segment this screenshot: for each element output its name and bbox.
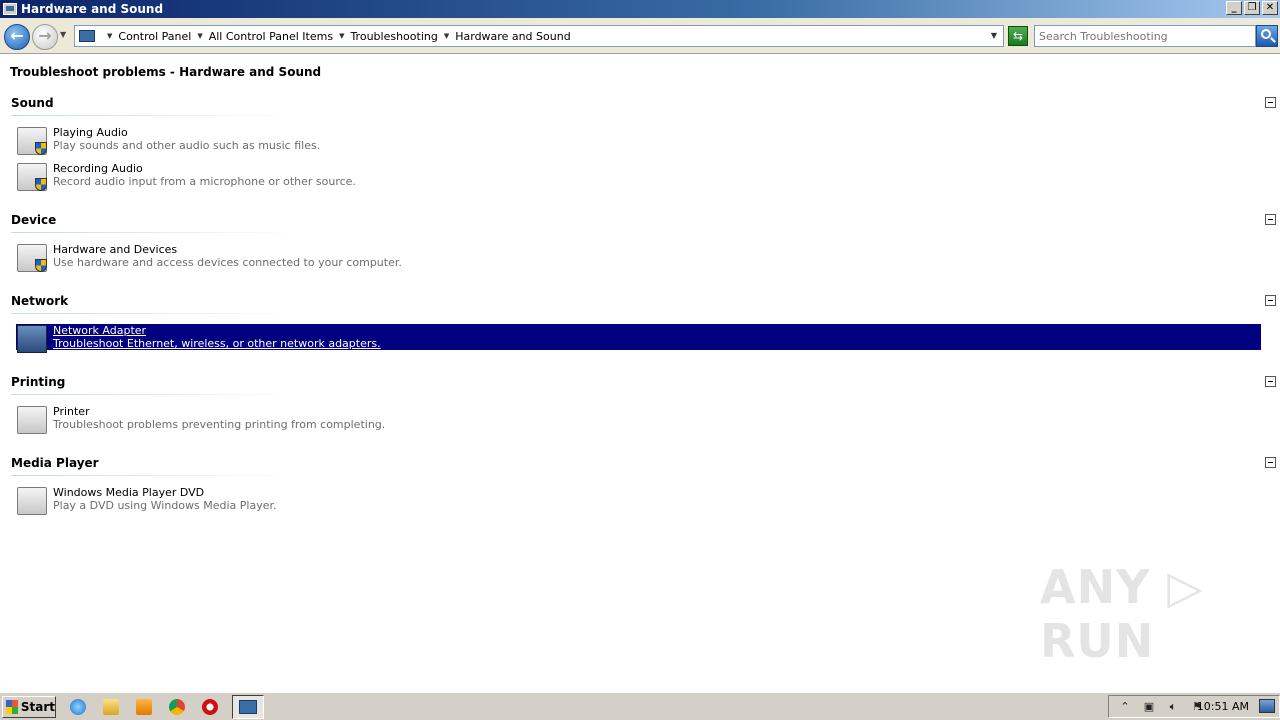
collapse-button[interactable] (1265, 457, 1276, 468)
item-description: Troubleshoot problems preventing printin… (53, 418, 386, 431)
troubleshooter-media-player-dvd[interactable]: Windows Media Player DVD Play a DVD usin… (16, 486, 1261, 515)
control-panel-icon (79, 30, 95, 42)
refresh-button[interactable]: ⇆ (1008, 26, 1028, 46)
start-button[interactable]: Start (2, 695, 56, 718)
chevron-right-icon[interactable]: ▼ (444, 32, 449, 40)
group-header: Printing (11, 375, 66, 389)
back-button[interactable]: ← (4, 24, 30, 50)
chevron-right-icon[interactable]: ▼ (197, 32, 202, 40)
window-title: Hardware and Sound (21, 2, 164, 16)
clock[interactable]: 10:51 AM (1197, 700, 1249, 713)
group-header: Sound (11, 96, 54, 110)
troubleshooter-playing-audio[interactable]: Playing Audio Play sounds and other audi… (16, 126, 1261, 155)
system-tray: ⌃ ▣ 🔈︎ ⚑ 10:51 AM (1108, 695, 1280, 718)
title-bar[interactable]: Hardware and Sound _ ❐ ✕ (0, 0, 1280, 18)
breadcrumb-hardware-and-sound[interactable]: Hardware and Sound (455, 30, 570, 43)
item-name[interactable]: Hardware and Devices (53, 243, 177, 256)
group-header: Media Player (11, 456, 99, 470)
troubleshooter-hardware-and-devices[interactable]: Hardware and Devices Use hardware and ac… (16, 243, 1261, 272)
item-name[interactable]: Windows Media Player DVD (53, 486, 204, 499)
network-adapter-icon (17, 325, 47, 353)
page-title: Troubleshoot problems - Hardware and Sou… (10, 65, 322, 79)
internet-explorer-icon[interactable] (67, 696, 89, 718)
item-description: Record audio input from a microphone or … (53, 175, 356, 188)
recent-pages-dropdown-icon[interactable]: ▼ (60, 30, 66, 39)
microphone-icon (17, 163, 47, 191)
collapse-button[interactable] (1265, 295, 1276, 306)
opera-icon[interactable] (199, 696, 221, 718)
troubleshooter-recording-audio[interactable]: Recording Audio Record audio input from … (16, 162, 1261, 191)
group-header: Device (11, 213, 57, 227)
window-controls: _ ❐ ✕ (1226, 1, 1278, 15)
printer-icon (17, 406, 47, 434)
file-explorer-icon[interactable] (100, 696, 122, 718)
collapse-button[interactable] (1265, 376, 1276, 387)
navigation-bar: ← → ▼ ▼ Control Panel ▼ All Control Pane… (0, 18, 1280, 54)
show-hidden-icons-icon[interactable]: ⌃ (1117, 700, 1133, 714)
speaker-icon (17, 127, 47, 155)
item-description: Troubleshoot Ethernet, wireless, or othe… (53, 337, 381, 350)
minimize-button[interactable]: _ (1226, 1, 1242, 15)
breadcrumb-control-panel[interactable]: Control Panel (118, 30, 191, 43)
item-name[interactable]: Printer (53, 405, 90, 418)
close-button[interactable]: ✕ (1262, 1, 1278, 15)
network-icon[interactable]: ▣ (1141, 700, 1157, 714)
volume-icon[interactable]: 🔈︎ (1165, 700, 1181, 714)
item-description: Play sounds and other audio such as musi… (53, 139, 321, 152)
dvd-player-icon (17, 487, 47, 515)
item-description: Use hardware and access devices connecte… (53, 256, 402, 269)
shield-icon (35, 178, 47, 191)
shield-icon (35, 142, 47, 155)
troubleshooter-printer[interactable]: Printer Troubleshoot problems preventing… (16, 405, 1261, 434)
breadcrumb-troubleshooting[interactable]: Troubleshooting (350, 30, 437, 43)
show-desktop-button[interactable] (1259, 699, 1275, 713)
search-input[interactable] (1034, 25, 1256, 47)
windows-logo-icon (6, 699, 18, 714)
item-name[interactable]: Recording Audio (53, 162, 143, 175)
breadcrumb-all-items[interactable]: All Control Panel Items (209, 30, 333, 43)
chrome-icon[interactable] (166, 696, 188, 718)
chevron-right-icon[interactable]: ▼ (107, 32, 112, 40)
media-player-icon[interactable] (133, 696, 155, 718)
taskbar: Start ⌃ ▣ 🔈︎ ⚑ 10:51 AM (0, 692, 1280, 720)
device-icon (17, 244, 47, 272)
group-header: Network (11, 294, 69, 308)
item-description: Play a DVD using Windows Media Player. (53, 499, 277, 512)
address-dropdown-icon[interactable]: ▼ (991, 31, 997, 40)
chevron-right-icon[interactable]: ▼ (339, 32, 344, 40)
control-panel-icon (3, 3, 17, 15)
item-name[interactable]: Network Adapter (53, 324, 146, 337)
address-bar[interactable]: ▼ Control Panel ▼ All Control Panel Item… (74, 25, 1004, 47)
taskbar-control-panel-window[interactable] (232, 694, 264, 719)
restore-button[interactable]: ❐ (1244, 1, 1260, 15)
search-button[interactable] (1256, 25, 1278, 47)
item-name[interactable]: Playing Audio (53, 126, 128, 139)
shield-icon (35, 259, 47, 272)
anyrun-watermark: ANY ▷ RUN (1040, 560, 1204, 668)
start-label: Start (20, 699, 55, 714)
troubleshooter-network-adapter[interactable]: Network Adapter Troubleshoot Ethernet, w… (16, 324, 1261, 353)
collapse-button[interactable] (1265, 214, 1276, 225)
forward-button[interactable]: → (32, 24, 58, 50)
collapse-button[interactable] (1265, 97, 1276, 108)
